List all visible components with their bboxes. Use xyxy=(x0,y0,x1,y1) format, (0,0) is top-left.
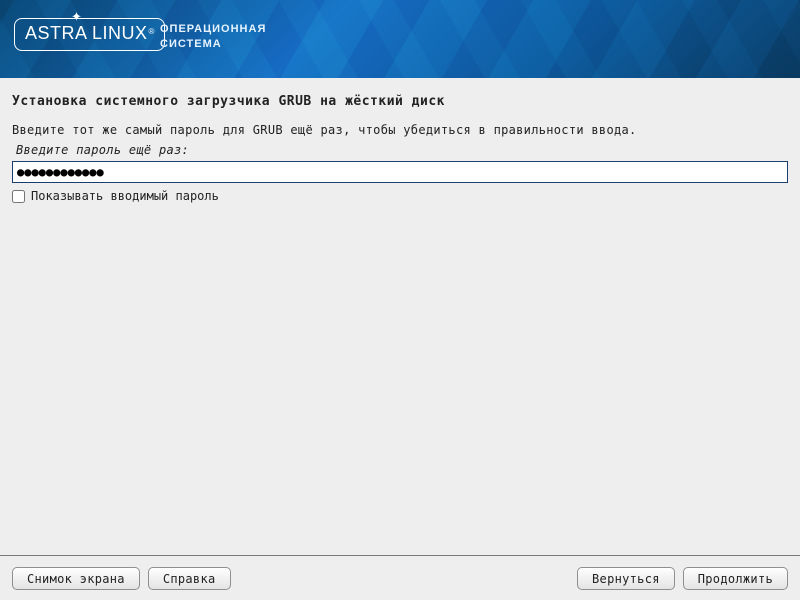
back-button[interactable]: Вернуться xyxy=(577,567,675,590)
password-input[interactable] xyxy=(12,161,788,183)
banner: ✦ ASTRA LINUX® ОПЕРАЦИОННАЯ СИСТЕМА xyxy=(0,0,800,78)
logo: ✦ ASTRA LINUX® xyxy=(14,18,165,51)
instruction-text: Введите тот же самый пароль для GRUB ещё… xyxy=(12,123,788,137)
screenshot-button[interactable]: Снимок экрана xyxy=(12,567,140,590)
logo-box: ✦ ASTRA LINUX® xyxy=(14,18,165,51)
os-line1: ОПЕРАЦИОННАЯ xyxy=(160,22,266,37)
show-password-label: Показывать вводимый пароль xyxy=(31,189,219,203)
main-panel: Установка системного загрузчика GRUB на … xyxy=(0,78,800,555)
os-label: ОПЕРАЦИОННАЯ СИСТЕМА xyxy=(160,22,266,53)
password-label: Введите пароль ещё раз: xyxy=(16,143,788,157)
help-button[interactable]: Справка xyxy=(148,567,231,590)
page-title: Установка системного загрузчика GRUB на … xyxy=(12,94,788,109)
show-password-checkbox[interactable] xyxy=(12,190,25,203)
footer: Снимок экрана Справка Вернуться Продолжи… xyxy=(0,555,800,600)
show-password-row: Показывать вводимый пароль xyxy=(12,189,788,203)
logo-text: ASTRA LINUX xyxy=(25,23,148,43)
star-icon: ✦ xyxy=(71,10,82,23)
continue-button[interactable]: Продолжить xyxy=(683,567,788,590)
os-line2: СИСТЕМА xyxy=(160,37,266,52)
registered-icon: ® xyxy=(149,27,155,36)
